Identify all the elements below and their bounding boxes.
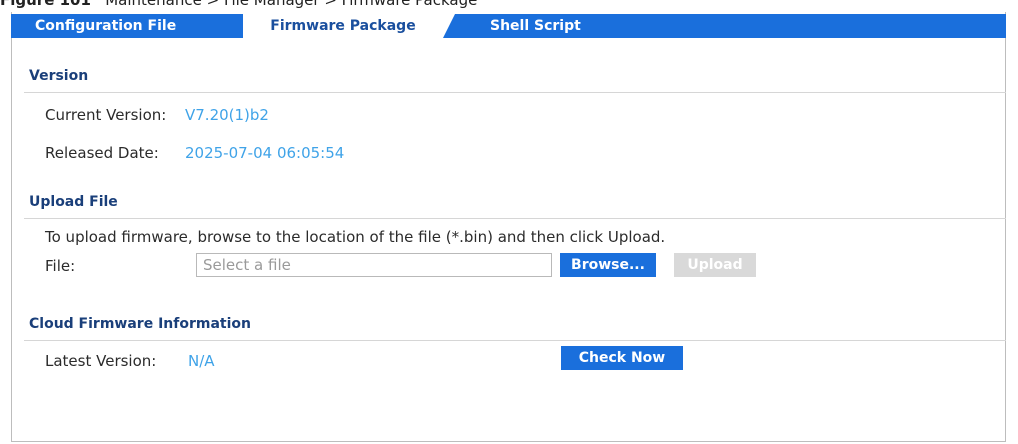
- check-now-button[interactable]: Check Now: [561, 346, 683, 370]
- section-divider: [24, 218, 1006, 219]
- section-title-upload-file: Upload File: [29, 194, 118, 210]
- figure-caption: Figure 101 Maintenance > File Manager > …: [0, 0, 477, 9]
- file-label: File:: [45, 257, 76, 275]
- released-date-value: 2025-07-04 06:05:54: [185, 144, 345, 162]
- figure-number: Figure 101: [0, 0, 91, 9]
- tab-bar: Configuration File Firmware Package Shel…: [11, 14, 1006, 38]
- section-divider: [24, 340, 1006, 341]
- latest-version-label: Latest Version:: [45, 352, 157, 370]
- tab-configuration-file[interactable]: Configuration File: [35, 14, 215, 38]
- latest-version-value: N/A: [188, 352, 215, 370]
- browse-button[interactable]: Browse...: [560, 253, 656, 277]
- released-date-label: Released Date:: [45, 144, 159, 162]
- tab-shell-script[interactable]: Shell Script: [490, 14, 610, 38]
- current-version-label: Current Version:: [45, 106, 167, 124]
- section-title-version: Version: [29, 68, 89, 84]
- content-frame: [11, 12, 1006, 442]
- file-path-input[interactable]: [196, 253, 552, 277]
- figure-caption-text: Maintenance > File Manager > Firmware Pa…: [105, 0, 478, 9]
- current-version-value: V7.20(1)b2: [185, 106, 269, 124]
- upload-button[interactable]: Upload: [674, 253, 756, 277]
- section-title-cloud-firmware: Cloud Firmware Information: [29, 316, 251, 332]
- section-divider: [24, 92, 1006, 93]
- tab-firmware-package[interactable]: Firmware Package: [243, 14, 455, 38]
- upload-instructions: To upload firmware, browse to the locati…: [45, 228, 666, 246]
